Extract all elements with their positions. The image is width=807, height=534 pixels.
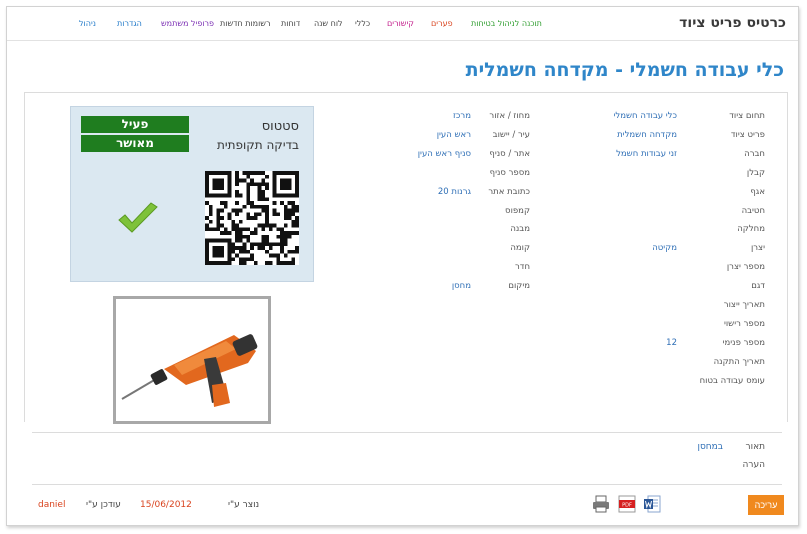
print-icon[interactable] (592, 494, 610, 514)
qr-code-icon (205, 171, 299, 265)
top-bar: כרטיס פריט ציוד תוכנה לניהול בטיחות פערי… (7, 7, 798, 41)
divider (32, 484, 782, 485)
location-field-label: מחוז / אזור (489, 111, 530, 121)
location-field-value[interactable]: מחסן (452, 281, 471, 292)
updated-by-user: daniel (38, 500, 66, 510)
check-icon (118, 202, 158, 233)
location-field-value[interactable]: גרנות 20 (438, 187, 471, 198)
equipment-field-value[interactable]: זני עבודות חשמל (616, 149, 677, 160)
equipment-field-label: מספר פנימי (722, 337, 765, 348)
equipment-field-label: פריט ציוד (730, 129, 765, 140)
word-icon[interactable] (643, 494, 661, 514)
equipment-field-label: מספר יצרן (726, 262, 765, 273)
status-badge-approved: מאושר (81, 135, 189, 152)
pdf-icon-label: PDF (622, 503, 632, 509)
equipment-field-label: מחלקה (737, 224, 765, 235)
location-field-value[interactable]: סניף ראש העין (418, 149, 471, 160)
equipment-field-value[interactable]: מקדחה חשמלית (617, 130, 677, 141)
location-field-label: קמפוס (505, 205, 530, 216)
note-label: הערה (742, 460, 765, 470)
pdf-icon[interactable]: PDF (618, 494, 636, 514)
status-badge-active: פעיל (81, 116, 189, 133)
nav-new-records[interactable]: רשומות חדשות (220, 19, 270, 28)
location-field-label: מיקום (508, 281, 530, 292)
location-field-value[interactable]: מרכז (453, 111, 471, 122)
equipment-field-label: תחום ציוד (729, 111, 765, 121)
equipment-photo (113, 296, 271, 424)
equipment-field-label: תאריך התקנה (713, 356, 765, 367)
nav-safety-software[interactable]: תוכנה לניהול בטיחות (471, 19, 542, 28)
location-field-label: אתר / סניף (489, 148, 530, 159)
location-field-label: מבנה (510, 224, 530, 235)
equipment-field-value[interactable]: 12 (666, 338, 677, 349)
edit-button[interactable]: עריכה (748, 495, 784, 515)
nav-gaps[interactable]: פערים (431, 19, 453, 28)
updated-date: 15/06/2012 (140, 500, 192, 510)
periodic-check-label: בדיקה תקופתית (217, 138, 299, 152)
equipment-field-label: מספר רישוי (723, 318, 765, 329)
nav-links[interactable]: קישורים (387, 19, 414, 28)
location-field-label: עיר / יישוב (492, 129, 530, 140)
created-by-label: נוצר ע"י (228, 500, 260, 510)
equipment-field-label: דגם (751, 281, 765, 292)
nav-user-profile[interactable]: פרופיל משתמש (161, 19, 214, 28)
nav-general[interactable]: כללי (355, 19, 370, 28)
status-title: סטטוס (261, 119, 299, 134)
nav-admin[interactable]: ניהול (79, 19, 96, 28)
status-panel: סטטוס בדיקה תקופתית פעיל מאושר (70, 106, 314, 282)
equipment-field-label: אגף (750, 186, 765, 197)
equipment-field-label: קבלן (746, 167, 765, 178)
nav-settings[interactable]: הגדרות (117, 19, 142, 28)
drill-image (116, 299, 268, 421)
description-value: במחסן (697, 442, 724, 452)
updated-by-label: עודכן ע"י (86, 500, 121, 510)
nav-reports[interactable]: דוחות (281, 19, 300, 28)
equipment-field-value[interactable]: כלי עבודה חשמלי (614, 111, 677, 122)
app-title: כרטיס פריט ציוד (679, 15, 786, 31)
divider (32, 432, 782, 433)
location-field-label: מספר סניף (489, 167, 530, 178)
equipment-field-label: חטיבה (741, 205, 765, 216)
equipment-field-label: עומס עבודה בטוח (699, 375, 765, 386)
location-field-label: כתובת אתר (488, 186, 530, 197)
location-field-value[interactable]: ראש העין (437, 130, 471, 141)
equipment-field-label: תאריך ייצור (723, 300, 765, 310)
location-field-label: חדר (515, 262, 530, 273)
location-field-label: קומה (510, 243, 530, 254)
equipment-field-label: יצרן (750, 243, 765, 254)
nav-calendar[interactable]: לוח שנה (314, 19, 343, 28)
equipment-field-value[interactable]: מקיטה (652, 243, 677, 254)
equipment-field-label: חברה (744, 148, 765, 159)
page-title: כלי עבודה חשמלי - מקדחה חשמלית (465, 59, 784, 81)
description-label: תאור (745, 442, 765, 452)
